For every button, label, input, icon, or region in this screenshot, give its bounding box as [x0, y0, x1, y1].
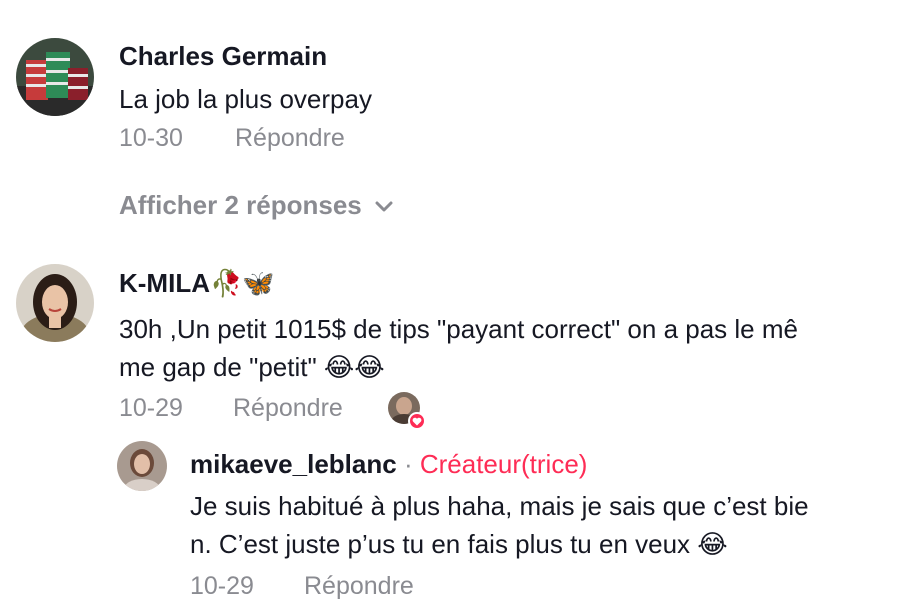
comment-date: 10-29: [119, 394, 183, 422]
creator-liked-indicator: [388, 392, 426, 430]
avatar[interactable]: [117, 441, 167, 491]
view-replies-label: Afficher 2 réponses: [119, 190, 362, 220]
reply-text-line: n. C’est juste p’us tu en fais plus tu e…: [190, 529, 728, 559]
reply-text-line: Je suis habitué à plus haha, mais je sai…: [190, 491, 809, 521]
comment-text: 30h ,Un petit 1015$ de tips "payant corr…: [119, 310, 798, 386]
creator-badge: Créateur(trice): [419, 449, 588, 479]
comment-text-line: 30h ,Un petit 1015$ de tips "payant corr…: [119, 314, 798, 344]
comment-username[interactable]: K-MILA🥀🦋: [119, 268, 275, 299]
reply-button[interactable]: Répondre: [235, 124, 345, 153]
view-replies-button[interactable]: Afficher 2 réponses: [119, 190, 394, 221]
reply-button[interactable]: Répondre: [304, 572, 414, 601]
avatar[interactable]: [16, 38, 94, 116]
reply-date: 10-29: [190, 572, 254, 600]
reply-username[interactable]: mikaeve_leblanc: [190, 449, 397, 479]
comments-panel: Charles Germain La job la plus overpay 1…: [0, 0, 908, 612]
comment-text-line: La job la plus overpay: [119, 84, 372, 114]
comment-username[interactable]: Charles Germain: [119, 41, 327, 72]
reply-button[interactable]: Répondre: [233, 394, 343, 423]
comment-text-line: me gap de "petit" 😂😂: [119, 352, 385, 382]
reply-header: mikaeve_leblanc · Créateur(trice): [190, 449, 587, 480]
heart-icon: [408, 412, 426, 430]
avatar[interactable]: [16, 264, 94, 342]
chevron-down-icon: [374, 190, 394, 221]
reply-text: Je suis habitué à plus haha, mais je sai…: [190, 487, 809, 563]
comment-text: La job la plus overpay: [119, 80, 372, 118]
separator: ·: [403, 449, 413, 479]
comment-date: 10-30: [119, 124, 183, 152]
